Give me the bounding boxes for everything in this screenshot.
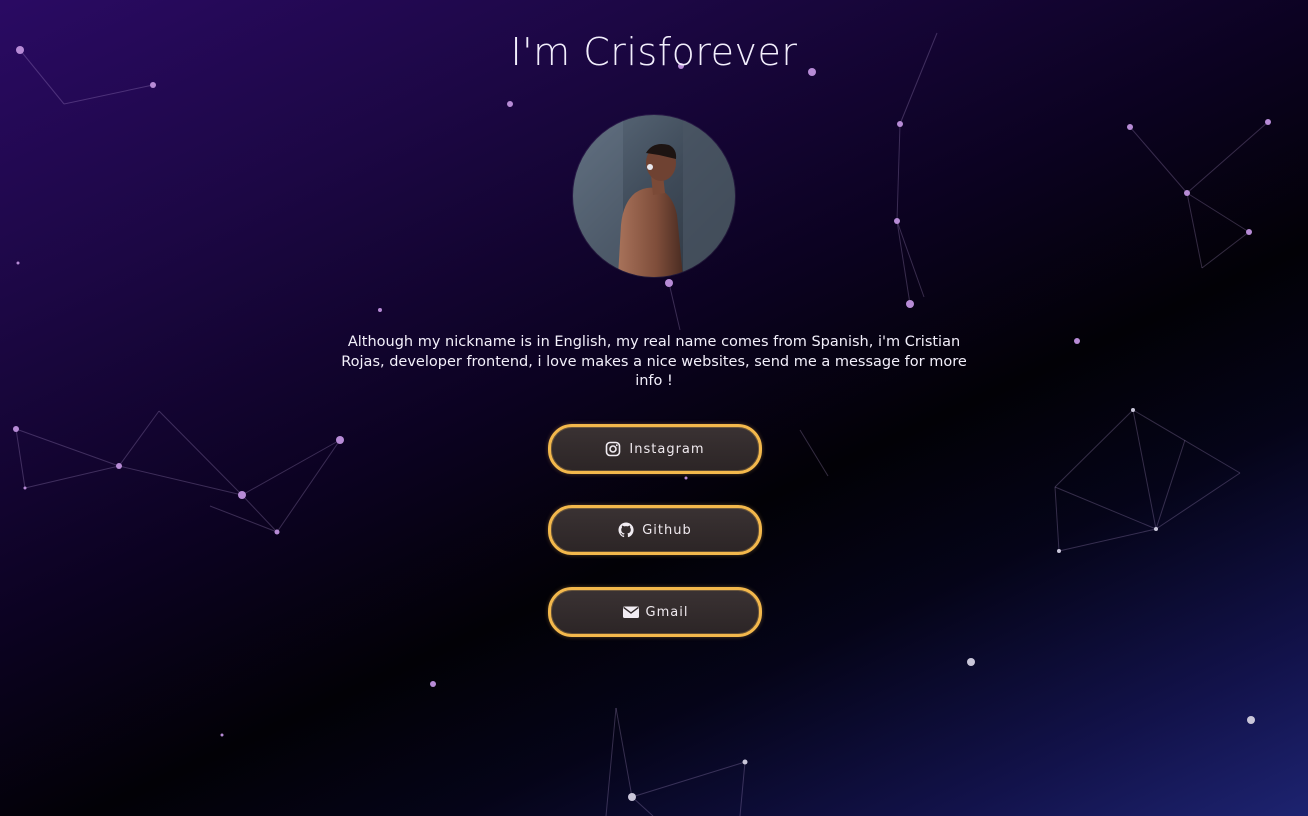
mail-icon — [622, 604, 639, 620]
instagram-button[interactable]: Instagram — [548, 424, 762, 474]
bio-text: Although my nickname is in English, my r… — [341, 334, 967, 389]
github-button[interactable]: Github — [548, 505, 762, 555]
page-title: I'm Crisforever — [510, 30, 798, 74]
instagram-label: Instagram — [629, 441, 705, 457]
page: I'm Crisforever Although my nickname is … — [0, 0, 1308, 816]
gmail-button[interactable]: Gmail — [548, 587, 762, 637]
avatar — [573, 115, 735, 277]
github-label: Github — [642, 522, 692, 538]
profile-photo — [573, 115, 735, 277]
github-icon — [618, 522, 634, 538]
gmail-label: Gmail — [645, 604, 689, 620]
instagram-icon — [605, 441, 621, 457]
